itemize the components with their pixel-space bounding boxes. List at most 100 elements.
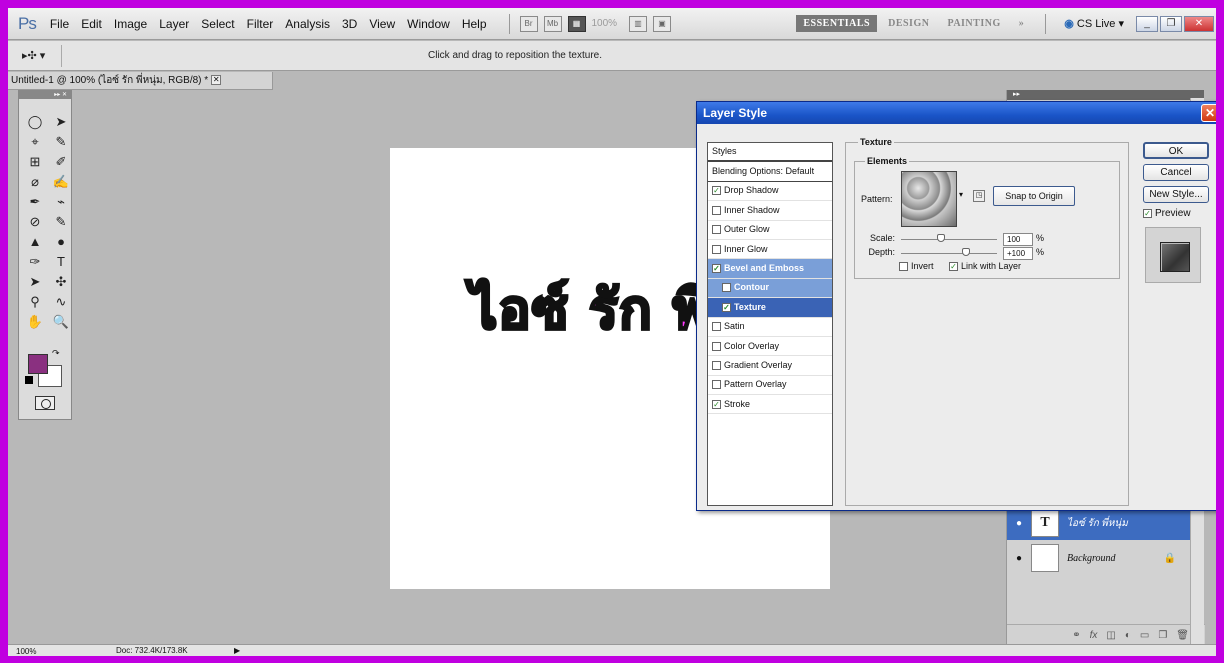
path-selection-tool-icon[interactable]: ➤ <box>23 273 47 291</box>
checkbox[interactable]: ✓ <box>722 302 731 312</box>
trash-icon[interactable]: 🗑 <box>1176 630 1189 641</box>
bridge-button[interactable]: Br <box>519 15 538 32</box>
cancel-button[interactable]: Cancel <box>1143 164 1209 181</box>
menu-3d[interactable]: 3D <box>342 17 357 31</box>
pen-tool-icon[interactable]: ✑ <box>23 253 47 271</box>
checkbox[interactable] <box>712 225 721 235</box>
menu-analysis[interactable]: Analysis <box>285 17 330 31</box>
style-bevel-and-emboss[interactable]: ✓ Bevel and Emboss <box>708 259 832 279</box>
foreground-color-swatch[interactable] <box>28 354 48 374</box>
checkbox[interactable] <box>712 341 721 351</box>
clone-stamp-tool-icon[interactable]: ✒ <box>23 193 47 211</box>
3d-rotate-tool-icon[interactable]: ⚲ <box>23 293 47 311</box>
menu-select[interactable]: Select <box>201 17 234 31</box>
more-workspaces-button[interactable]: » <box>1012 15 1032 32</box>
close-icon[interactable]: ✕ <box>1201 104 1216 122</box>
checkbox[interactable] <box>712 244 721 254</box>
panel-header[interactable]: ▸▸ <box>1007 90 1204 100</box>
checkbox[interactable]: ✓ <box>712 264 721 274</box>
eye-icon[interactable]: ● <box>1012 518 1026 529</box>
cs-live-button[interactable]: ◉ CS Live ▾ <box>1064 17 1124 30</box>
marquee-tool-icon[interactable]: ◯ <box>23 113 47 131</box>
menu-edit[interactable]: Edit <box>81 17 102 31</box>
menu-filter[interactable]: Filter <box>247 17 274 31</box>
zoom-field[interactable]: 100% <box>16 646 56 656</box>
default-colors-icon[interactable] <box>25 376 33 384</box>
shape-tool-icon[interactable]: ✣ <box>49 273 73 291</box>
maximize-icon[interactable]: ❐ <box>1160 15 1182 32</box>
menu-help[interactable]: Help <box>462 17 487 31</box>
depth-slider[interactable] <box>901 248 997 256</box>
eyedropper-tool-icon[interactable]: ✐ <box>49 153 73 171</box>
extras-icon[interactable]: ▦ <box>567 15 586 32</box>
new-preset-icon[interactable]: ◳ <box>973 190 985 202</box>
crop-tool-icon[interactable]: ⊞ <box>23 153 47 171</box>
style-drop-shadow[interactable]: ✓ Drop Shadow <box>708 182 832 202</box>
close-icon[interactable]: ✕ <box>1184 15 1214 32</box>
checkbox[interactable]: ✓ <box>1143 209 1152 218</box>
lasso-tool-icon[interactable]: ⌖ <box>23 133 47 151</box>
scale-slider-thumb[interactable] <box>937 234 946 242</box>
3d-orbit-tool-icon[interactable]: ∿ <box>49 293 73 311</box>
menu-view[interactable]: View <box>369 17 395 31</box>
style-inner-glow[interactable]: Inner Glow <box>708 240 832 260</box>
workspace-design[interactable]: DESIGN <box>881 15 936 32</box>
style-gradient-overlay[interactable]: Gradient Overlay <box>708 356 832 376</box>
menu-window[interactable]: Window <box>407 17 450 31</box>
depth-slider-thumb[interactable] <box>962 248 971 256</box>
status-menu-arrow-icon[interactable]: ▶ <box>234 645 240 656</box>
history-brush-tool-icon[interactable]: ⌁ <box>49 193 73 211</box>
checkbox[interactable] <box>712 322 721 332</box>
eye-icon[interactable]: ● <box>1012 553 1026 564</box>
minimize-icon[interactable]: _ <box>1136 15 1158 32</box>
pattern-dropdown-icon[interactable]: ▾ <box>959 190 963 199</box>
checkbox[interactable]: ✓ <box>712 186 721 196</box>
healing-brush-tool-icon[interactable]: ⌀ <box>23 173 47 191</box>
close-icon[interactable]: ✕ <box>211 75 222 86</box>
fx-icon[interactable]: fx <box>1090 630 1098 641</box>
blur-tool-icon[interactable]: ▲ <box>23 233 47 251</box>
tools-panel-header[interactable]: ▸▸ ✕ <box>19 91 71 99</box>
style-texture[interactable]: ✓ Texture <box>708 298 832 318</box>
workspace-painting[interactable]: PAINTING <box>940 15 1007 32</box>
quick-selection-tool-icon[interactable]: ✎ <box>49 133 73 151</box>
style-color-overlay[interactable]: Color Overlay <box>708 337 832 357</box>
link-with-layer-checkbox[interactable]: ✓ Link with Layer <box>949 261 1021 271</box>
checkbox[interactable] <box>712 360 721 370</box>
dodge-tool-icon[interactable]: ● <box>49 233 73 251</box>
pattern-picker[interactable] <box>901 171 957 227</box>
checkbox[interactable] <box>712 380 721 390</box>
zoom-tool-icon[interactable]: 🔍 <box>49 313 73 331</box>
menu-layer[interactable]: Layer <box>159 17 189 31</box>
adjustment-layer-icon[interactable]: ◐ <box>1125 630 1131 641</box>
type-tool-icon[interactable]: T <box>49 253 73 271</box>
new-group-icon[interactable]: ▭ <box>1140 630 1149 641</box>
menu-file[interactable]: File <box>50 17 69 31</box>
add-mask-icon[interactable]: ◫ <box>1106 630 1115 641</box>
menu-image[interactable]: Image <box>114 17 147 31</box>
preview-checkbox[interactable]: ✓ Preview <box>1143 208 1215 219</box>
zoom-level-dropdown[interactable]: 100% <box>592 18 618 29</box>
invert-checkbox[interactable]: Invert <box>899 261 934 271</box>
layer-row-background[interactable]: ● Background 🔒 <box>1007 541 1190 575</box>
arrange-documents-icon[interactable]: ▥ <box>629 15 648 32</box>
style-pattern-overlay[interactable]: Pattern Overlay <box>708 376 832 396</box>
tool-preset-picker[interactable]: ▸✣ ▾ <box>16 45 62 67</box>
style-stroke[interactable]: ✓ Stroke <box>708 395 832 415</box>
hand-tool-icon[interactable]: ✋ <box>23 313 47 331</box>
checkbox[interactable] <box>899 261 908 271</box>
snap-to-origin-button[interactable]: Snap to Origin <box>993 186 1075 206</box>
new-style-button[interactable]: New Style... <box>1143 186 1209 203</box>
checkbox[interactable]: ✓ <box>712 399 721 409</box>
paint-bucket-tool-icon[interactable]: ✎ <box>49 213 73 231</box>
document-tab[interactable]: Untitled-1 @ 100% (ไอซ์ รัก พี่หนุ่ม, RG… <box>8 72 273 90</box>
checkbox[interactable]: ✓ <box>949 261 958 271</box>
link-layers-icon[interactable]: ⚭ <box>1072 630 1080 641</box>
checkbox[interactable] <box>722 283 731 293</box>
scale-input[interactable]: 100 <box>1003 233 1033 246</box>
workspace-essentials[interactable]: ESSENTIALS <box>796 15 878 32</box>
move-tool-icon[interactable]: ➤ <box>49 113 73 131</box>
swap-colors-icon[interactable]: ↷ <box>52 348 60 359</box>
new-layer-icon[interactable]: ❐ <box>1158 630 1167 641</box>
style-satin[interactable]: Satin <box>708 318 832 337</box>
